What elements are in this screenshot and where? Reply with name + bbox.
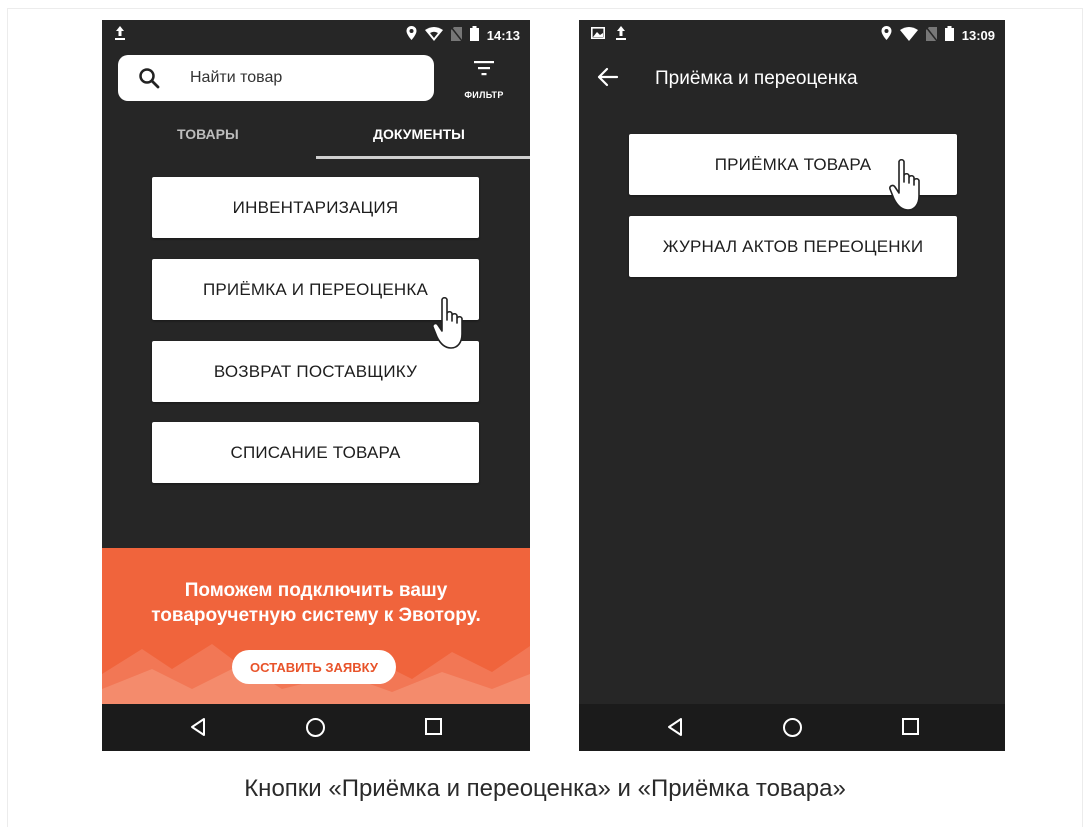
status-bar: 13:09	[579, 20, 1005, 50]
leave-request-button[interactable]: ОСТАВИТЬ ЗАЯВКУ	[232, 650, 396, 684]
nav-home-icon[interactable]	[782, 717, 803, 743]
pointer-hand-icon	[432, 296, 472, 359]
active-tab-indicator	[316, 156, 530, 159]
revaluation-journal-button[interactable]: ЖУРНАЛ АКТОВ ПЕРЕОЦЕНКИ	[629, 216, 957, 277]
phone-screen-documents: 14:13 Найти товар ФИЛЬТР ТОВАРЫ ДОКУМЕНТ…	[102, 20, 530, 751]
promo-banner: Поможем подключить вашу товароучетную си…	[102, 548, 530, 704]
no-sim-icon	[450, 26, 463, 44]
upload-icon	[615, 25, 627, 44]
filter-label: ФИЛЬТР	[464, 90, 504, 100]
pointer-hand-icon	[889, 158, 929, 221]
tab-documents[interactable]: ДОКУМЕНТЫ	[373, 126, 465, 142]
promo-text: Поможем подключить вашу товароучетную си…	[102, 578, 530, 628]
battery-icon	[944, 26, 954, 44]
android-navbar	[579, 704, 1005, 751]
no-sim-icon	[925, 26, 938, 44]
search-icon	[138, 67, 160, 94]
android-navbar	[102, 704, 530, 751]
location-icon	[881, 26, 892, 44]
wifi-icon	[899, 26, 918, 44]
battery-icon	[469, 26, 479, 44]
nav-home-icon[interactable]	[305, 717, 326, 743]
nav-back-icon[interactable]	[188, 717, 208, 742]
status-time: 14:13	[486, 27, 520, 43]
phone-screen-receiving: 13:09 Приёмка и переоценка ПРИЁМКА ТОВАР…	[579, 20, 1005, 751]
nav-recents-icon[interactable]	[901, 717, 920, 741]
upload-icon	[114, 25, 126, 44]
promo-line-2: товароучетную систему к Эвотору.	[151, 605, 481, 626]
wifi-icon	[424, 26, 443, 44]
nav-back-icon[interactable]	[665, 717, 685, 742]
return-to-supplier-button[interactable]: ВОЗВРАТ ПОСТАВЩИКУ	[152, 341, 479, 402]
image-icon	[591, 27, 605, 42]
page-title: Приёмка и переоценка	[655, 68, 858, 89]
search-placeholder: Найти товар	[190, 69, 283, 86]
filter-button[interactable]: ФИЛЬТР	[454, 58, 514, 102]
figure-caption: Кнопки «Приёмка и переоценка» и «Приёмка…	[244, 775, 846, 802]
status-bar: 14:13	[102, 20, 530, 50]
tab-goods[interactable]: ТОВАРЫ	[177, 126, 239, 142]
promo-line-1: Поможем подключить вашу	[184, 580, 448, 601]
app-bar: Приёмка и переоценка	[579, 50, 1005, 106]
inventory-button[interactable]: ИНВЕНТАРИЗАЦИЯ	[152, 177, 479, 238]
nav-recents-icon[interactable]	[424, 717, 443, 741]
search-input[interactable]: Найти товар	[118, 55, 434, 101]
tab-bar: ТОВАРЫ ДОКУМЕНТЫ	[102, 120, 530, 180]
back-arrow-icon[interactable]	[597, 67, 619, 92]
location-icon	[406, 26, 417, 44]
receiving-revaluation-button[interactable]: ПРИЁМКА И ПЕРЕОЦЕНКА	[152, 259, 479, 320]
write-off-button[interactable]: СПИСАНИЕ ТОВАРА	[152, 422, 479, 483]
status-time: 13:09	[961, 27, 995, 43]
filter-icon	[474, 60, 494, 81]
